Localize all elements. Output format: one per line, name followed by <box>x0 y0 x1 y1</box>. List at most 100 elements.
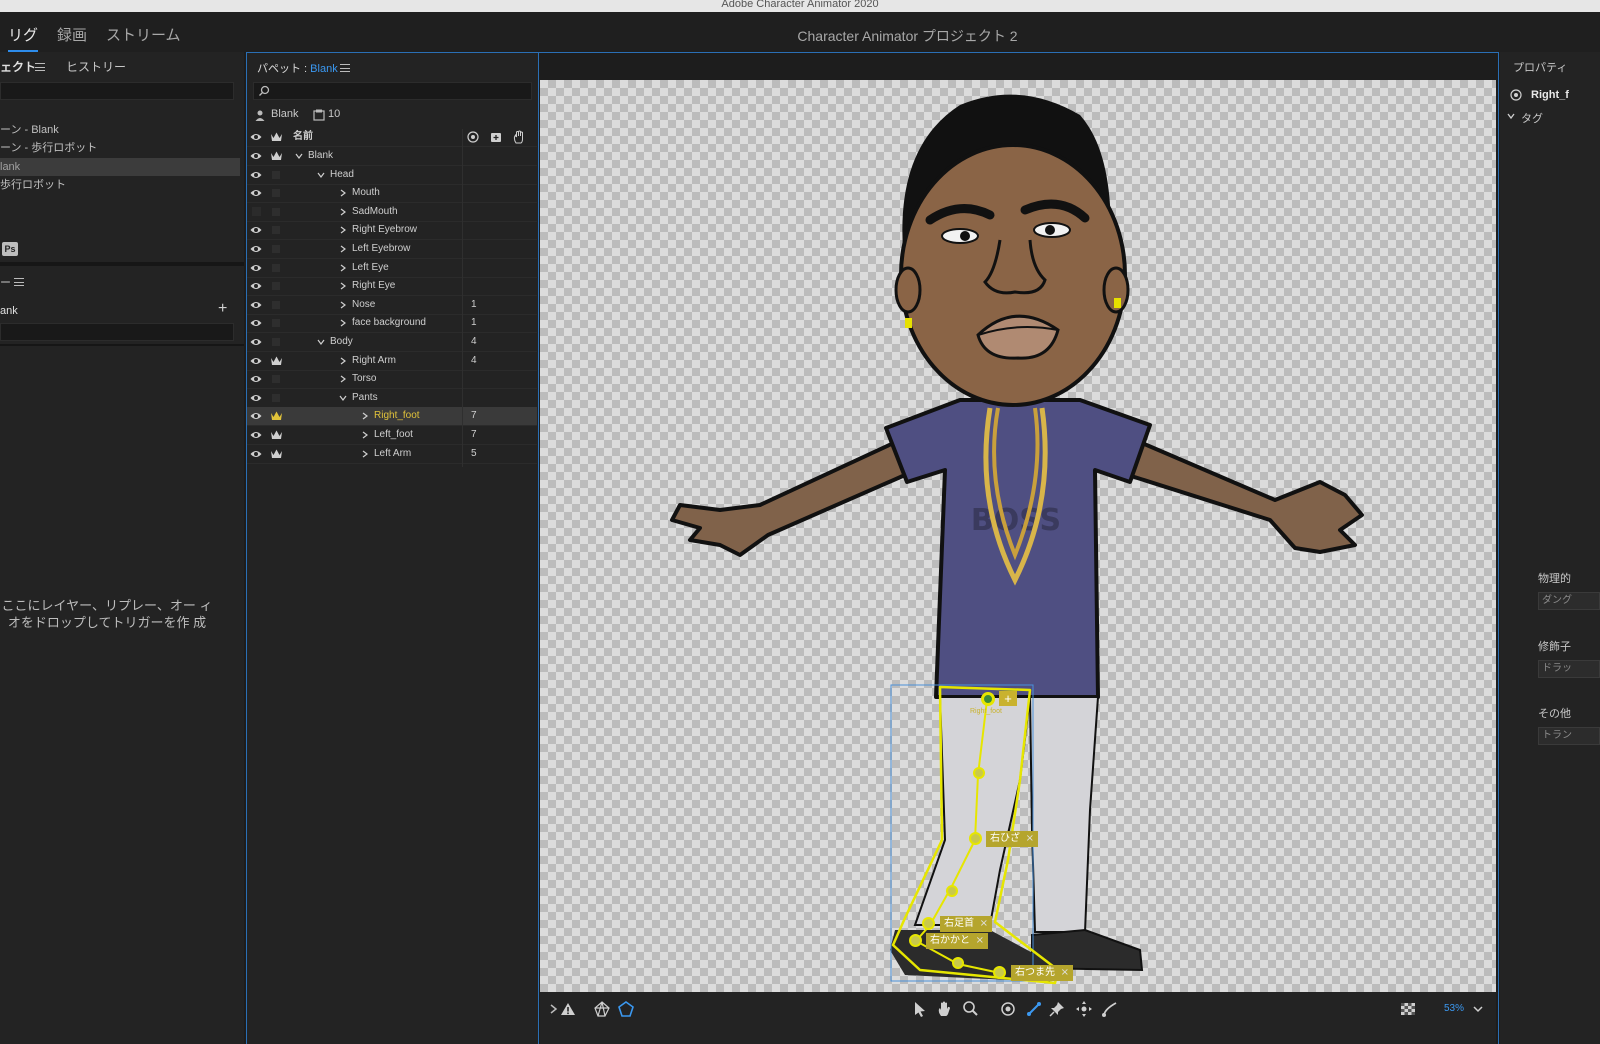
chevron-right-icon[interactable] <box>339 245 347 253</box>
layer-row-head[interactable]: Head <box>247 166 537 185</box>
crown-icon[interactable] <box>270 131 283 143</box>
chevron-down-icon[interactable] <box>317 338 325 346</box>
crown-toggle[interactable] <box>272 207 280 216</box>
tag-ankle[interactable]: 右足首 × <box>940 916 992 932</box>
hand-icon[interactable] <box>513 130 525 144</box>
chevron-right-icon[interactable] <box>339 375 347 383</box>
rig-handle[interactable] <box>973 767 985 779</box>
eye-icon[interactable] <box>250 225 262 235</box>
eye-icon[interactable] <box>250 411 262 421</box>
column-header-name[interactable]: 名前 <box>293 128 313 146</box>
chevron-right-icon[interactable] <box>339 319 347 327</box>
origin-tool-icon[interactable] <box>999 1000 1017 1018</box>
puppet-title-name[interactable]: Blank <box>310 63 338 75</box>
tab-project[interactable]: ェクト <box>0 58 36 75</box>
layer-row-left-eyebrow[interactable]: Left Eyebrow <box>247 240 537 259</box>
eye-icon[interactable] <box>250 374 262 384</box>
layer-search-input[interactable] <box>253 82 532 100</box>
add-handle-button[interactable]: + <box>999 691 1017 706</box>
select-arrow-icon[interactable] <box>911 1000 929 1018</box>
modifier-button[interactable]: ドラッ <box>1538 660 1600 678</box>
eye-icon[interactable] <box>250 188 262 198</box>
layer-row-right-eyebrow[interactable]: Right Eyebrow <box>247 221 537 241</box>
chevron-down-icon[interactable] <box>339 394 347 402</box>
eye-icon[interactable] <box>250 449 262 459</box>
layer-row-pants[interactable]: Pants <box>247 389 537 408</box>
knee-handle[interactable] <box>969 832 982 845</box>
crown-icon[interactable] <box>270 448 283 460</box>
rig-handle[interactable] <box>952 957 964 969</box>
chevron-right-icon[interactable] <box>339 282 347 290</box>
auto-mesh-icon[interactable] <box>617 1000 635 1018</box>
layer-row-mouth[interactable]: Mouth <box>247 184 537 204</box>
eye-icon[interactable] <box>250 281 262 291</box>
transparency-grid-icon[interactable] <box>1399 1000 1417 1018</box>
layer-row-right-eye[interactable]: Right Eye <box>247 277 537 297</box>
crown-icon[interactable] <box>270 150 283 162</box>
tag-toe[interactable]: 右つま先 × <box>1011 965 1073 981</box>
layer-row-body[interactable]: Body 4 <box>247 333 537 352</box>
trigger-search-input[interactable] <box>0 323 234 341</box>
crown-icon[interactable] <box>270 429 283 441</box>
crown-toggle[interactable] <box>272 263 280 272</box>
other-button[interactable]: トラン <box>1538 727 1600 745</box>
dragger-tool-icon[interactable] <box>1075 1000 1093 1018</box>
crown-toggle[interactable] <box>272 189 280 198</box>
toe-handle[interactable] <box>993 966 1006 979</box>
stick-tool-icon[interactable] <box>1025 1000 1043 1018</box>
layer-row-right-arm[interactable]: Right Arm 4 <box>247 352 537 371</box>
origin-handle[interactable] <box>981 692 995 706</box>
add-handle-icon[interactable] <box>490 131 502 143</box>
triggers-menu-icon[interactable] <box>14 278 24 286</box>
remove-tag-icon[interactable]: × <box>980 916 988 932</box>
chevron-down-icon[interactable] <box>295 152 303 160</box>
crown-icon[interactable] <box>270 355 283 367</box>
layer-row-left-foot[interactable]: Left_foot 7 <box>247 426 537 445</box>
eye-hidden-icon[interactable] <box>252 206 261 216</box>
eye-icon[interactable] <box>250 393 262 403</box>
chevron-down-icon[interactable] <box>317 171 325 179</box>
crown-toggle[interactable] <box>272 375 280 384</box>
eye-icon[interactable] <box>250 170 262 180</box>
eye-icon[interactable] <box>250 244 262 254</box>
tag-knee[interactable]: 右ひざ × <box>986 831 1038 847</box>
eye-icon[interactable] <box>250 356 262 366</box>
ankle-handle[interactable] <box>922 917 935 930</box>
chevron-right-icon[interactable] <box>339 189 347 197</box>
project-item[interactable]: ーン - 歩行ロボット <box>0 139 240 157</box>
crown-icon[interactable] <box>270 410 283 422</box>
crown-toggle[interactable] <box>272 338 280 346</box>
layer-row-nose[interactable]: Nose 1 <box>247 296 537 315</box>
project-search-input[interactable] <box>0 82 234 100</box>
heel-handle[interactable] <box>909 934 922 947</box>
chevron-right-icon[interactable] <box>339 301 347 309</box>
layer-row-left-arm[interactable]: Left Arm 5 <box>247 445 537 464</box>
layer-row-left-eye[interactable]: Left Eye <box>247 259 537 278</box>
zoom-tool-icon[interactable] <box>961 1000 979 1018</box>
chevron-right-icon[interactable] <box>361 450 369 458</box>
eye-icon[interactable] <box>250 151 262 161</box>
project-item[interactable]: ーン - Blank <box>0 121 240 139</box>
pin-tool-icon[interactable] <box>1048 1000 1066 1018</box>
layer-row-blank[interactable]: Blank <box>247 147 537 166</box>
crown-toggle[interactable] <box>272 245 280 253</box>
chevron-right-icon[interactable] <box>339 226 347 234</box>
eye-icon[interactable] <box>250 318 262 328</box>
crown-toggle[interactable] <box>272 393 280 402</box>
zoom-dropdown-chevron-icon[interactable] <box>1469 1000 1487 1018</box>
properties-title[interactable]: プロパティ <box>1513 59 1567 75</box>
panel-menu-icon[interactable] <box>35 63 45 71</box>
tag-heel[interactable]: 右かかと × <box>926 933 988 949</box>
chevron-right-icon[interactable] <box>339 264 347 272</box>
rig-handle[interactable] <box>946 885 958 897</box>
remove-tag-icon[interactable]: × <box>1026 831 1034 847</box>
eye-icon[interactable] <box>250 132 262 142</box>
puppet-panel-menu-icon[interactable] <box>340 64 350 72</box>
physics-button[interactable]: ダング <box>1538 592 1600 610</box>
chevron-right-icon[interactable] <box>361 431 369 439</box>
crown-toggle[interactable] <box>272 282 280 291</box>
layer-row-face-background[interactable]: face background 1 <box>247 314 537 334</box>
chevron-down-icon[interactable] <box>1506 111 1516 121</box>
project-item-selected[interactable]: lank <box>0 158 240 176</box>
crown-toggle[interactable] <box>272 226 280 235</box>
